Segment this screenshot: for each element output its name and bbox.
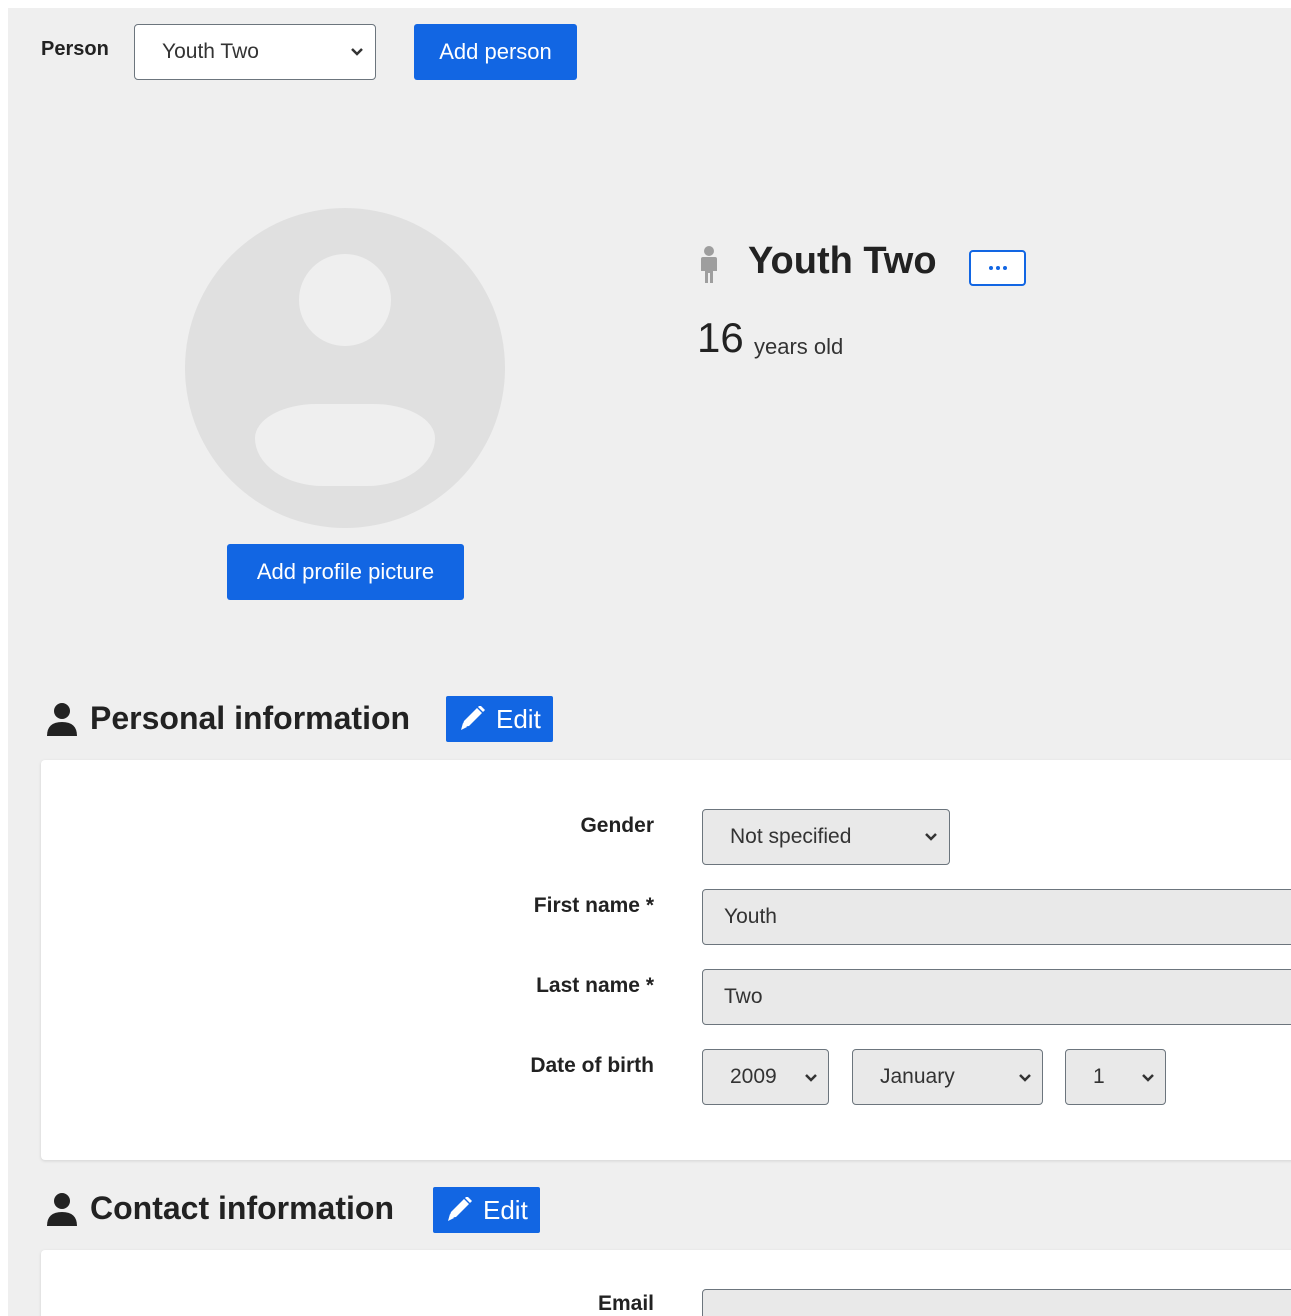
dob-year-value: 2009 xyxy=(730,1065,777,1088)
contact-edit-button[interactable]: Edit xyxy=(433,1187,540,1233)
personal-edit-button[interactable]: Edit xyxy=(446,696,553,742)
gender-label: Gender xyxy=(580,814,654,837)
chevron-down-icon xyxy=(1018,1065,1032,1089)
person-select[interactable]: Youth Two xyxy=(134,24,376,80)
child-icon xyxy=(697,245,721,285)
contact-information-title: Contact information xyxy=(90,1190,394,1226)
dob-year-select[interactable]: 2009 xyxy=(702,1049,829,1105)
avatar-placeholder xyxy=(185,208,505,528)
user-icon xyxy=(46,702,78,736)
last-name-field[interactable]: Two xyxy=(702,969,1291,1025)
contact-edit-label: Edit xyxy=(483,1194,528,1225)
email-label: Email xyxy=(597,1292,654,1315)
last-name-label: Last name * xyxy=(536,974,654,997)
age-number: 16 xyxy=(697,314,744,361)
email-field[interactable] xyxy=(702,1289,1291,1316)
date-of-birth-label: Date of birth xyxy=(530,1054,654,1077)
chevron-down-icon xyxy=(349,44,365,60)
gender-select-value: Not specified xyxy=(730,825,852,848)
first-name-field[interactable]: Youth xyxy=(702,889,1291,945)
user-icon xyxy=(46,1192,78,1226)
last-name-value: Two xyxy=(724,985,763,1008)
age-suffix: years old xyxy=(754,334,844,359)
person-label: Person xyxy=(41,38,109,60)
add-person-button[interactable]: Add person xyxy=(414,24,577,80)
person-select-value: Youth Two xyxy=(162,40,259,63)
avatar-head xyxy=(299,254,391,346)
personal-information-title: Personal information xyxy=(90,700,411,736)
more-options-button[interactable] xyxy=(969,250,1026,286)
chevron-down-icon xyxy=(923,829,939,845)
pencil-icon xyxy=(445,1197,475,1223)
gender-select[interactable]: Not specified xyxy=(702,809,950,865)
dob-month-select[interactable]: January xyxy=(852,1049,1043,1105)
first-name-value: Youth xyxy=(724,905,777,928)
pencil-icon xyxy=(458,706,488,732)
first-name-label: First name * xyxy=(533,894,654,917)
dob-day-select[interactable]: 1 xyxy=(1065,1049,1166,1105)
personal-edit-label: Edit xyxy=(496,703,541,734)
page: Person Youth Two Add person Add profile … xyxy=(8,8,1291,1316)
chevron-down-icon xyxy=(1141,1065,1155,1089)
dob-day-value: 1 xyxy=(1093,1065,1105,1088)
profile-name: Youth Two xyxy=(748,240,937,282)
add-profile-picture-button[interactable]: Add profile picture xyxy=(227,544,464,600)
ellipsis-icon xyxy=(988,266,1007,270)
chevron-down-icon xyxy=(804,1065,818,1089)
avatar-body xyxy=(255,404,435,486)
dob-month-value: January xyxy=(880,1065,955,1088)
